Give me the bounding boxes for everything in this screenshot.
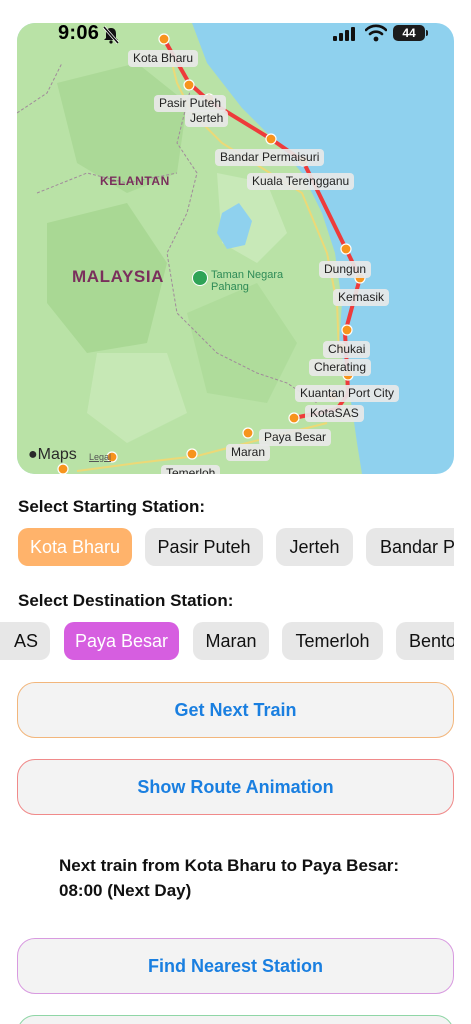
station-dot — [183, 79, 195, 91]
station-dot — [57, 463, 69, 474]
station-label[interactable]: Temerloh — [161, 465, 221, 474]
station-label[interactable]: Chukai — [323, 341, 371, 358]
park-icon[interactable] — [192, 270, 208, 286]
state-label: KELANTAN — [100, 174, 170, 188]
result-time: 08:00 (Next Day) — [59, 881, 192, 900]
station-label[interactable]: Cherating — [309, 359, 372, 376]
route-map[interactable]: KELANTAN MALAYSIA Taman Negara Pahang Ko… — [17, 23, 454, 474]
next-train-result: Next train from Kota Bharu to Paya Besar… — [59, 853, 399, 903]
find-nearest-station-button[interactable]: Find Nearest Station — [17, 938, 454, 994]
dest-chip-maran[interactable]: Maran — [193, 622, 269, 660]
apple-icon: ● — [28, 446, 38, 463]
destination-station-title: Select Destination Station: — [18, 591, 234, 610]
dest-chip-paya-besar[interactable]: Paya Besar — [64, 622, 179, 660]
station-label[interactable]: Maran — [226, 444, 271, 461]
map-canvas — [17, 23, 366, 474]
country-label: MALAYSIA — [72, 267, 165, 286]
battery-nub — [426, 30, 428, 36]
station-label[interactable]: Kuala Terengganu — [247, 173, 355, 190]
maps-brand-text: Maps — [37, 446, 77, 463]
park-name-line1: Taman Negara — [211, 269, 284, 281]
station-dot — [340, 243, 352, 255]
park-name-line2: Pahang — [211, 281, 249, 293]
station-label[interactable]: Bandar Permaisuri — [215, 149, 325, 166]
bell-off-icon — [102, 26, 120, 44]
start-station-chips[interactable]: Kota Bharu Pasir Puteh Jerteh Bandar P — [0, 528, 471, 568]
station-label[interactable]: Paya Besar — [259, 429, 332, 446]
start-chip-kota-bharu[interactable]: Kota Bharu — [18, 528, 132, 566]
start-chip-jerteh[interactable]: Jerteh — [276, 528, 353, 566]
start-station-title: Select Starting Station: — [18, 497, 206, 516]
station-label[interactable]: Jerteh — [185, 110, 229, 127]
legal-link[interactable]: Legal — [89, 452, 111, 462]
row-fade — [454, 528, 471, 568]
station-dot — [288, 412, 300, 424]
park-label: Taman Negara Pahang — [211, 269, 283, 293]
station-label[interactable]: Dungun — [319, 261, 372, 278]
station-label[interactable]: Kuantan Port City — [295, 385, 400, 402]
station-dot — [265, 133, 277, 145]
status-time: 9:06 — [58, 22, 100, 44]
station-dot — [341, 324, 353, 336]
result-heading: Next train from Kota Bharu to Paya Besar… — [59, 856, 400, 875]
station-label[interactable]: KotaSAS — [305, 405, 364, 422]
status-bar: 9:06 44 — [0, 0, 471, 54]
partial-button[interactable] — [17, 1015, 454, 1024]
station-dot — [186, 448, 198, 460]
maps-brand: ●Maps — [28, 446, 77, 464]
show-route-animation-button[interactable]: Show Route Animation — [17, 759, 454, 815]
station-label[interactable]: Kemasik — [333, 289, 390, 306]
destination-station-chips[interactable]: AS Paya Besar Maran Temerloh Bento — [0, 622, 471, 662]
wifi-icon — [365, 24, 387, 42]
row-fade — [454, 622, 471, 662]
battery-icon: 44 — [393, 25, 425, 41]
dest-chip-temerloh[interactable]: Temerloh — [282, 622, 383, 660]
dest-chip-kotasas[interactable]: AS — [0, 622, 50, 660]
get-next-train-button[interactable]: Get Next Train — [17, 682, 454, 738]
start-chip-pasir-puteh[interactable]: Pasir Puteh — [145, 528, 263, 566]
battery-level: 44 — [402, 26, 416, 40]
cellular-signal-icon — [333, 27, 355, 41]
station-dot — [242, 427, 254, 439]
